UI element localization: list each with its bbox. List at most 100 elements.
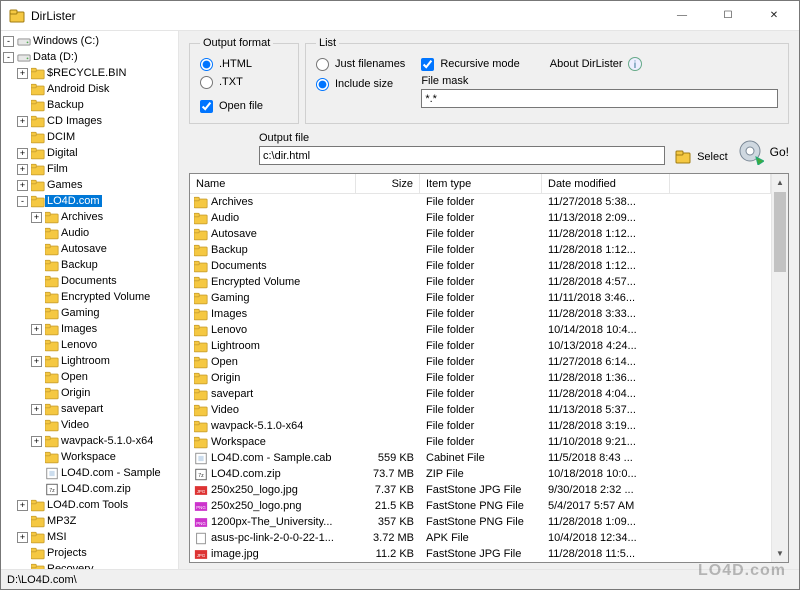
close-button[interactable]: ✕ <box>751 1 797 30</box>
tree-item[interactable]: +Images <box>1 321 178 337</box>
table-row[interactable]: wavpack-5.1.0-x64File folder11/28/2018 3… <box>190 418 771 434</box>
table-row[interactable]: BackupFile folder11/28/2018 1:12... <box>190 242 771 258</box>
tree-item[interactable]: LO4D.com - Sample <box>1 465 178 481</box>
tree-item[interactable]: Origin <box>1 385 178 401</box>
expand-toggle-icon[interactable]: + <box>17 164 28 175</box>
expand-toggle-icon[interactable]: + <box>31 356 42 367</box>
table-row[interactable]: GamingFile folder11/11/2018 3:46... <box>190 290 771 306</box>
about-link[interactable]: About DirLister i <box>550 56 643 72</box>
table-row[interactable]: VideoFile folder11/13/2018 5:37... <box>190 402 771 418</box>
cell-name: Gaming <box>190 292 356 305</box>
scroll-down-icon[interactable]: ▼ <box>772 545 788 562</box>
folder-tree[interactable]: -Windows (C:)-Data (D:)+$RECYCLE.BINAndr… <box>1 31 178 569</box>
table-row[interactable]: ArchivesFile folder11/27/2018 5:38... <box>190 194 771 210</box>
scroll-up-icon[interactable]: ▲ <box>772 174 788 191</box>
expand-toggle-icon[interactable]: + <box>31 324 42 335</box>
table-row[interactable]: PNG250x250_logo.png21.5 KBFastStone PNG … <box>190 498 771 514</box>
expand-toggle-icon[interactable]: + <box>31 436 42 447</box>
table-row[interactable]: WorkspaceFile folder11/10/2018 9:21... <box>190 434 771 450</box>
maximize-button[interactable]: ☐ <box>705 1 751 30</box>
col-date[interactable]: Date modified <box>542 174 670 193</box>
table-row[interactable]: ImagesFile folder11/28/2018 3:33... <box>190 306 771 322</box>
expand-toggle-icon[interactable]: - <box>17 196 28 207</box>
table-row[interactable]: LO4D.com - Sample.cab559 KBCabinet File1… <box>190 450 771 466</box>
tree-item[interactable]: Projects <box>1 545 178 561</box>
table-row[interactable]: OpenFile folder11/27/2018 6:14... <box>190 354 771 370</box>
tree-item[interactable]: Recovery <box>1 561 178 569</box>
tree-item[interactable]: Android Disk <box>1 81 178 97</box>
check-openfile[interactable] <box>200 100 213 113</box>
table-row[interactable]: JPGimage.jpg11.2 KBFastStone JPG File11/… <box>190 546 771 562</box>
expand-toggle-icon[interactable]: + <box>17 500 28 511</box>
tree-item[interactable]: DCIM <box>1 129 178 145</box>
tree-item[interactable]: +Digital <box>1 145 178 161</box>
expand-toggle-icon[interactable]: + <box>17 148 28 159</box>
tree-item[interactable]: Audio <box>1 225 178 241</box>
table-row[interactable]: LenovoFile folder10/14/2018 10:4... <box>190 322 771 338</box>
table-row[interactable]: OriginFile folder11/28/2018 1:36... <box>190 370 771 386</box>
table-row[interactable]: DocumentsFile folder11/28/2018 1:12... <box>190 258 771 274</box>
col-type[interactable]: Item type <box>420 174 542 193</box>
tree-item[interactable]: MP3Z <box>1 513 178 529</box>
tree-item[interactable]: +Film <box>1 161 178 177</box>
table-body[interactable]: ArchivesFile folder11/27/2018 5:38...Aud… <box>190 194 771 562</box>
expand-toggle-icon[interactable]: - <box>3 52 14 63</box>
check-recursive[interactable] <box>421 58 434 71</box>
select-button[interactable]: Select <box>675 149 728 165</box>
table-row[interactable]: AutosaveFile folder11/28/2018 1:12... <box>190 226 771 242</box>
output-file-input[interactable] <box>259 146 665 165</box>
table-row[interactable]: PNG1200px-The_University...357 KBFastSto… <box>190 514 771 530</box>
tree-item[interactable]: Video <box>1 417 178 433</box>
col-name[interactable]: Name <box>190 174 356 193</box>
tree-item[interactable]: Lenovo <box>1 337 178 353</box>
table-row[interactable]: 7zLO4D.com.zip73.7 MBZIP File10/18/2018 … <box>190 466 771 482</box>
tree-item[interactable]: +savepart <box>1 401 178 417</box>
tree-item[interactable]: -Data (D:) <box>1 49 178 65</box>
go-button[interactable]: Go! <box>738 139 789 165</box>
table-row[interactable]: asus-pc-link-2-0-0-22-1...3.72 MBAPK Fil… <box>190 530 771 546</box>
tree-item[interactable]: +MSI <box>1 529 178 545</box>
expand-toggle-icon[interactable]: - <box>3 36 14 47</box>
expand-toggle-icon[interactable]: + <box>31 404 42 415</box>
tree-item[interactable]: +wavpack-5.1.0-x64 <box>1 433 178 449</box>
expand-toggle-icon[interactable]: + <box>31 212 42 223</box>
tree-item[interactable]: Documents <box>1 273 178 289</box>
tree-item[interactable]: +Games <box>1 177 178 193</box>
expand-toggle-icon[interactable]: + <box>17 180 28 191</box>
radio-html[interactable] <box>200 58 213 71</box>
expand-toggle-icon[interactable]: + <box>17 68 28 79</box>
tree-item[interactable]: +Archives <box>1 209 178 225</box>
table-row[interactable]: savepartFile folder11/28/2018 4:04... <box>190 386 771 402</box>
vertical-scrollbar[interactable]: ▲ ▼ <box>771 174 788 562</box>
tree-item[interactable]: Gaming <box>1 305 178 321</box>
tree-item[interactable]: -LO4D.com <box>1 193 178 209</box>
cell-name: JPGimage.jpg <box>190 548 356 561</box>
app-window: DirLister — ☐ ✕ -Windows (C:)-Data (D:)+… <box>0 0 800 590</box>
table-row[interactable]: AudioFile folder11/13/2018 2:09... <box>190 210 771 226</box>
tree-item[interactable]: 7zLO4D.com.zip <box>1 481 178 497</box>
tree-item[interactable]: Autosave <box>1 241 178 257</box>
tree-item[interactable]: +$RECYCLE.BIN <box>1 65 178 81</box>
tree-item[interactable]: Backup <box>1 257 178 273</box>
scroll-thumb[interactable] <box>774 192 786 272</box>
expand-toggle-icon[interactable]: + <box>17 532 28 543</box>
col-rest[interactable] <box>670 174 771 193</box>
minimize-button[interactable]: — <box>659 1 705 30</box>
tree-item[interactable]: Workspace <box>1 449 178 465</box>
tree-item[interactable]: Open <box>1 369 178 385</box>
tree-item[interactable]: +CD Images <box>1 113 178 129</box>
tree-item[interactable]: Backup <box>1 97 178 113</box>
radio-just-filenames[interactable] <box>316 58 329 71</box>
table-row[interactable]: JPG250x250_logo.jpg7.37 KBFastStone JPG … <box>190 482 771 498</box>
tree-item[interactable]: +LO4D.com Tools <box>1 497 178 513</box>
tree-item[interactable]: -Windows (C:) <box>1 33 178 49</box>
tree-item[interactable]: Encrypted Volume <box>1 289 178 305</box>
expand-toggle-icon[interactable]: + <box>17 116 28 127</box>
tree-item[interactable]: +Lightroom <box>1 353 178 369</box>
radio-txt[interactable] <box>200 76 213 89</box>
radio-include-size[interactable] <box>316 78 329 91</box>
filemask-input[interactable] <box>421 89 778 108</box>
col-size[interactable]: Size <box>356 174 420 193</box>
table-row[interactable]: Encrypted VolumeFile folder11/28/2018 4:… <box>190 274 771 290</box>
table-row[interactable]: LightroomFile folder10/13/2018 4:24... <box>190 338 771 354</box>
